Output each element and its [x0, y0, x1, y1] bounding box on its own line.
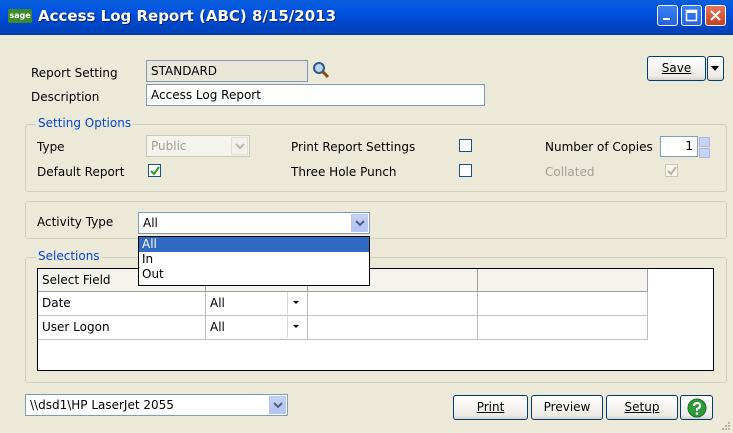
chevron-down-icon	[293, 301, 299, 304]
table-row-field: User Logon	[38, 316, 206, 340]
spin-down-icon[interactable]	[699, 148, 710, 158]
row-select-dropdown[interactable]	[287, 292, 304, 314]
print-button-label: Print	[476, 400, 505, 414]
close-button[interactable]	[705, 5, 726, 26]
number-of-copies-field[interactable]: 1	[660, 136, 698, 157]
number-of-copies-label: Number of Copies	[545, 140, 653, 154]
type-dropdown-button[interactable]	[231, 137, 248, 155]
chevron-down-icon	[273, 402, 283, 409]
collated-label: Collated	[545, 165, 595, 179]
preview-button[interactable]: Preview	[531, 395, 603, 420]
dropdown-option-in[interactable]: In	[139, 252, 369, 267]
dropdown-option-all[interactable]: All	[139, 237, 369, 252]
report-setting-field[interactable]: STANDARD	[146, 60, 308, 82]
table-row-start-cell[interactable]	[308, 292, 478, 316]
table-row-select-cell[interactable]: All	[206, 316, 308, 340]
window-title: Access Log Report (ABC) 8/15/2013	[38, 7, 337, 25]
activity-type-dropdown-list: All In Out	[138, 236, 370, 286]
print-button[interactable]: Print	[453, 395, 528, 420]
column-header-end[interactable]	[478, 269, 648, 292]
checkmark-icon	[150, 166, 160, 176]
table-row-start-cell[interactable]	[308, 316, 478, 340]
copies-spinner[interactable]	[699, 137, 710, 158]
spin-up-icon[interactable]	[699, 137, 710, 147]
activity-type-value: All	[143, 216, 158, 230]
help-icon	[687, 398, 707, 418]
print-report-settings-label: Print Report Settings	[291, 140, 416, 154]
activity-type-select[interactable]: All	[138, 212, 370, 234]
minimize-button[interactable]	[657, 5, 678, 26]
three-hole-punch-label: Three Hole Punch	[291, 165, 397, 179]
lookup-search-icon[interactable]	[311, 60, 331, 80]
save-button-label: Save	[661, 61, 692, 75]
save-button[interactable]: Save	[647, 56, 706, 81]
description-field[interactable]: Access Log Report	[146, 84, 485, 106]
preview-button-label: Preview	[543, 400, 591, 414]
row-select-dropdown[interactable]	[287, 316, 304, 338]
help-button[interactable]	[680, 395, 713, 420]
select-value: All	[210, 320, 225, 334]
activity-type-dropdown-button[interactable]	[351, 214, 368, 232]
resize-grip-icon[interactable]	[721, 421, 731, 431]
select-value: All	[210, 296, 225, 310]
minimize-icon	[663, 18, 670, 20]
setting-options-group	[25, 124, 727, 192]
maximize-button[interactable]	[681, 5, 702, 26]
print-report-settings-checkbox[interactable]	[459, 139, 472, 152]
chevron-down-icon	[711, 66, 719, 71]
default-report-checkbox[interactable]	[148, 164, 161, 177]
table-row-field: Date	[38, 292, 206, 316]
close-icon	[710, 10, 721, 21]
setting-options-title: Setting Options	[36, 116, 134, 130]
chevron-down-icon	[235, 143, 245, 150]
selections-title: Selections	[36, 249, 102, 263]
maximize-icon	[685, 9, 698, 22]
chevron-down-icon	[293, 325, 299, 328]
type-select-value: Public	[151, 139, 187, 153]
printer-select[interactable]: \\dsd1\HP LaserJet 2055	[25, 394, 288, 416]
type-label: Type	[37, 140, 65, 154]
activity-type-group	[25, 201, 727, 239]
save-options-button[interactable]	[707, 56, 724, 81]
table-row-select-cell[interactable]: All	[206, 292, 308, 316]
printer-value: \\dsd1\HP LaserJet 2055	[30, 398, 174, 412]
description-label: Description	[31, 90, 100, 104]
table-row-end-cell[interactable]	[478, 316, 648, 340]
activity-type-label: Activity Type	[37, 215, 114, 229]
title-bar[interactable]: sage Access Log Report (ABC) 8/15/2013	[0, 0, 733, 35]
three-hole-punch-checkbox[interactable]	[459, 164, 472, 177]
sage-logo-icon: sage	[8, 9, 32, 23]
chevron-down-icon	[355, 220, 365, 227]
collated-checkbox[interactable]	[665, 164, 678, 177]
report-setting-label: Report Setting	[31, 66, 118, 80]
default-report-label: Default Report	[37, 165, 125, 179]
setup-button-label: Setup	[624, 400, 660, 414]
type-select[interactable]: Public	[146, 135, 250, 157]
checkmark-icon	[667, 166, 677, 176]
setup-button[interactable]: Setup	[606, 395, 678, 420]
table-row-end-cell[interactable]	[478, 292, 648, 316]
printer-dropdown-button[interactable]	[269, 396, 286, 414]
dropdown-option-out[interactable]: Out	[139, 267, 369, 282]
report-window: sage Access Log Report (ABC) 8/15/2013 R…	[0, 0, 733, 433]
